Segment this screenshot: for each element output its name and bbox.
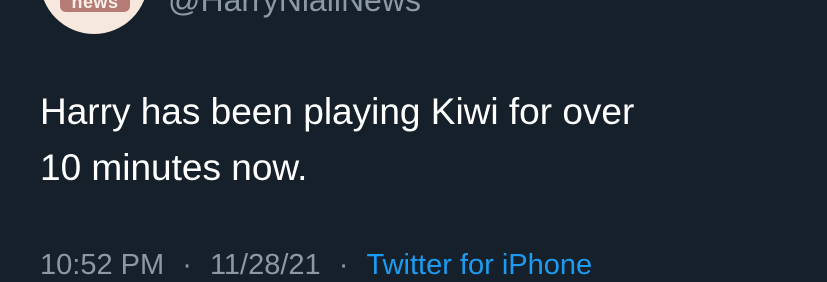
- tweet-meta: 10:52 PM · 11/28/21 · Twitter for iPhone: [40, 248, 592, 282]
- tweet-source-link[interactable]: Twitter for iPhone: [366, 248, 592, 282]
- meta-separator: ·: [338, 249, 349, 281]
- tweet-date[interactable]: 11/28/21: [210, 248, 321, 282]
- avatar-logo-text: news: [60, 0, 130, 12]
- tweet: news @HarryNiallNews Harry has been play…: [0, 0, 827, 281]
- author-handle[interactable]: @HarryNiallNews: [168, 0, 421, 18]
- tweet-time[interactable]: 10:52 PM: [40, 248, 164, 282]
- tweet-text: Harry has been playing Kiwi for over 10 …: [40, 91, 635, 188]
- avatar[interactable]: news: [40, 0, 148, 34]
- meta-separator: ·: [182, 249, 192, 281]
